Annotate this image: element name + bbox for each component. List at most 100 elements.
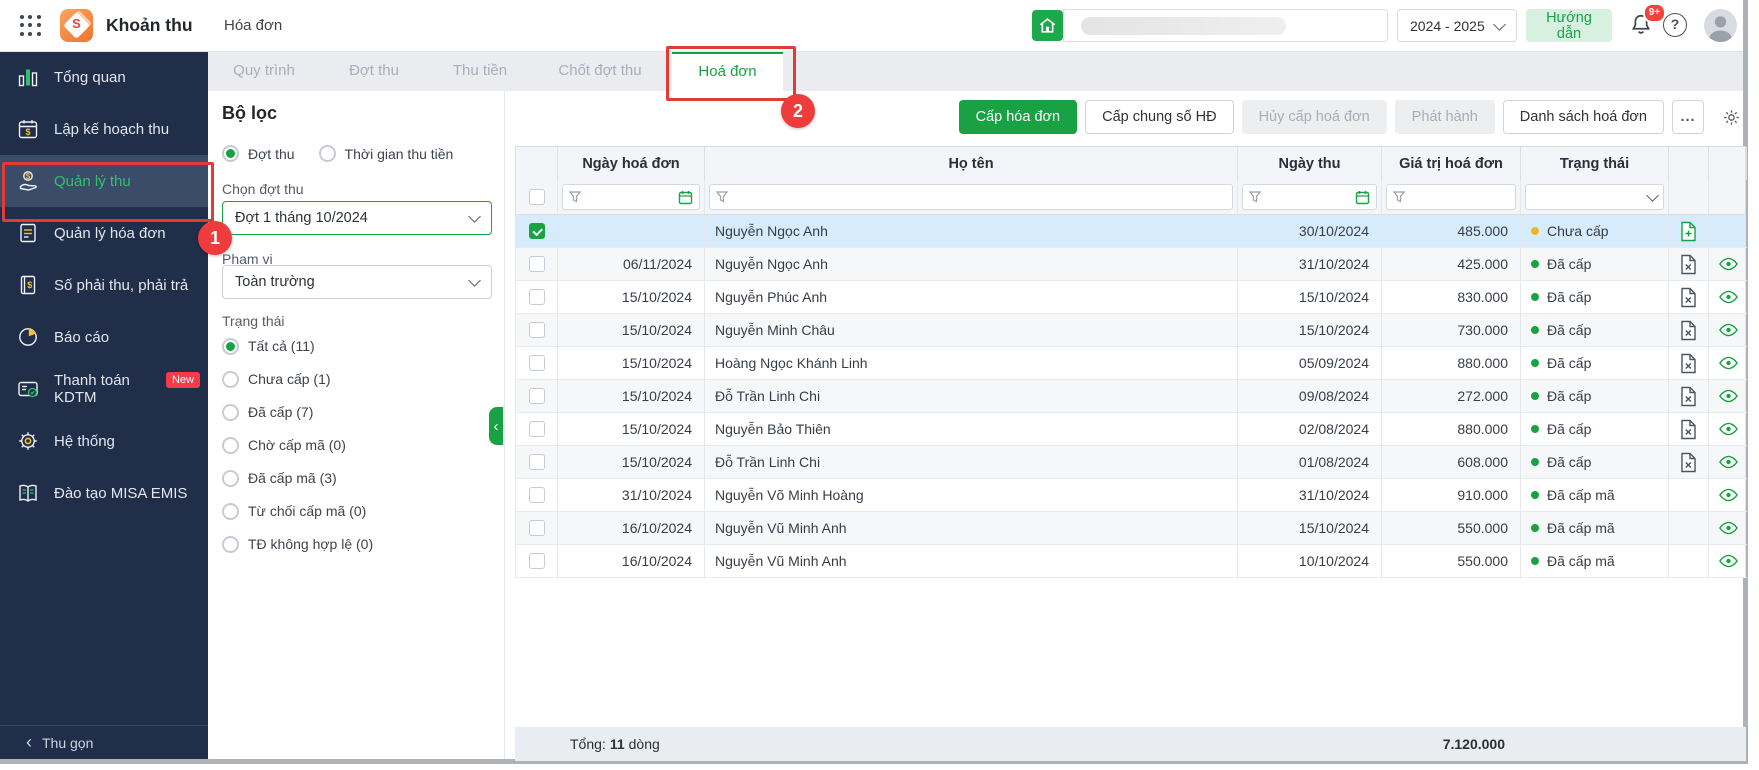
tab-quy-trinh[interactable]: Quy trình: [233, 51, 295, 91]
row-checkbox[interactable]: [528, 454, 545, 470]
app-grid-icon[interactable]: [20, 15, 42, 37]
row-checkbox[interactable]: [528, 421, 545, 437]
row-checkbox[interactable]: [528, 487, 545, 503]
table-row[interactable]: 15/10/2024 Đỗ Trần Linh Chi 09/08/2024 272.…: [515, 380, 1747, 413]
status-radio-da-cap[interactable]: Đã cấp (7): [222, 401, 313, 423]
status-radio-tat-ca[interactable]: Tất cả (11): [222, 335, 315, 357]
view-invoice-eye-icon[interactable]: [1718, 356, 1739, 370]
view-invoice-eye-icon[interactable]: [1718, 389, 1739, 403]
sidebar-item-quan-ly-thu[interactable]: $ Quản lý thu: [0, 155, 208, 207]
filter-mode-radio-dot-thu[interactable]: Đợt thu: [222, 145, 295, 162]
cancel-invoice-icon[interactable]: [1679, 419, 1698, 440]
table-row[interactable]: 15/10/2024 Nguyễn Bảo Thiên 02/08/2024 880.…: [515, 413, 1747, 446]
view-invoice-eye-icon[interactable]: [1718, 323, 1739, 337]
status-radio-td-khong-hop-le[interactable]: TĐ không hợp lệ (0): [222, 533, 373, 555]
guide-button[interactable]: Hướng dẫn: [1526, 9, 1612, 42]
col-header-collect-date[interactable]: Ngày thu: [1238, 147, 1382, 180]
huy-cap-hoa-don-button[interactable]: Hủy cấp hoá đơn: [1241, 100, 1387, 134]
select-all-checkbox[interactable]: [528, 189, 545, 205]
view-invoice-eye-icon[interactable]: [1718, 455, 1739, 469]
row-checkbox[interactable]: [528, 388, 545, 404]
row-checkbox[interactable]: [528, 553, 545, 569]
cancel-invoice-icon[interactable]: [1679, 452, 1698, 473]
row-checkbox[interactable]: [528, 355, 545, 371]
col-header-view: [1709, 147, 1747, 180]
row-checkbox[interactable]: [528, 289, 545, 305]
amount-filter-input[interactable]: [1386, 184, 1516, 210]
cell-invoice-date: 16/10/2024: [558, 545, 705, 578]
tab-thu-tien[interactable]: Thu tiền: [453, 51, 507, 91]
row-checkbox[interactable]: [528, 256, 545, 272]
view-invoice-eye-icon[interactable]: [1718, 521, 1739, 535]
cancel-invoice-icon[interactable]: [1679, 320, 1698, 341]
more-actions-button[interactable]: ...: [1672, 100, 1704, 134]
cancel-invoice-icon[interactable]: [1679, 386, 1698, 407]
cancel-invoice-icon[interactable]: [1679, 353, 1698, 374]
sidebar-item-so-phai-thu-phai-tra[interactable]: $ Số phải thu, phải trả: [0, 259, 208, 311]
sidebar-item-lap-ke-hoach-thu[interactable]: $ Lập kế hoạch thu: [0, 103, 208, 155]
sidebar-item-bao-cao[interactable]: Báo cáo: [0, 311, 208, 363]
cancel-invoice-icon[interactable]: [1679, 254, 1698, 275]
sidebar-item-quan-ly-hoa-don[interactable]: Quản lý hóa đơn: [0, 207, 208, 259]
view-invoice-eye-icon[interactable]: [1718, 422, 1739, 436]
home-icon[interactable]: [1032, 10, 1063, 41]
sidebar-item-thanh-toan-kdtm[interactable]: Thanh toán KDTM New: [0, 363, 208, 415]
tab-chot-dot-thu[interactable]: Chốt đợt thu: [558, 51, 641, 91]
school-year-select[interactable]: 2024 - 2025: [1397, 9, 1517, 42]
cell-invoice-date: 15/10/2024: [558, 281, 705, 314]
status-radio-chua-cap[interactable]: Chưa cấp (1): [222, 368, 331, 390]
table-row[interactable]: 06/11/2024 Nguyễn Ngọc Anh 31/10/2024 425.0…: [515, 248, 1747, 281]
cancel-invoice-icon[interactable]: [1679, 287, 1698, 308]
cell-collect-date: 15/10/2024: [1238, 512, 1382, 545]
table-row[interactable]: 16/10/2024 Nguyễn Vũ Minh Anh 15/10/2024 55…: [515, 512, 1747, 545]
calendar-icon[interactable]: [1355, 190, 1370, 205]
user-avatar[interactable]: [1704, 9, 1737, 42]
sidebar-item-tong-quan[interactable]: Tổng quan: [0, 51, 208, 103]
row-checkbox[interactable]: [528, 520, 545, 536]
status-radio-cho-cap-ma[interactable]: Chờ cấp mã (0): [222, 434, 346, 456]
calendar-icon[interactable]: [678, 190, 693, 205]
help-icon[interactable]: ?: [1663, 13, 1687, 37]
status-radio-tu-choi-cap-ma[interactable]: Từ chối cấp mã (0): [222, 500, 366, 522]
tab-dot-thu[interactable]: Đợt thu: [349, 51, 399, 91]
table-settings-gear-icon[interactable]: [1716, 100, 1746, 134]
table-row[interactable]: 15/10/2024 Nguyễn Phúc Anh 15/10/2024 830.0…: [515, 281, 1747, 314]
status-filter-select[interactable]: [1525, 184, 1664, 210]
view-invoice-eye-icon[interactable]: [1718, 290, 1739, 304]
cap-chung-so-hd-button[interactable]: Cấp chung số HĐ: [1085, 100, 1234, 134]
view-invoice-eye-icon[interactable]: [1718, 488, 1739, 502]
phat-hanh-button[interactable]: Phát hành: [1394, 100, 1495, 134]
col-header-status[interactable]: Trạng thái: [1521, 147, 1669, 180]
table-row[interactable]: 15/10/2024 Hoàng Ngọc Khánh Linh 05/09/202…: [515, 347, 1747, 380]
batch-select[interactable]: Đợt 1 tháng 10/2024: [222, 201, 492, 235]
view-invoice-eye-icon[interactable]: [1718, 554, 1739, 568]
invoice-date-filter-input[interactable]: [562, 184, 700, 210]
view-invoice-eye-icon[interactable]: [1718, 257, 1739, 271]
name-filter-input[interactable]: [709, 184, 1233, 210]
cap-hoa-don-button[interactable]: Cấp hóa đơn: [958, 100, 1078, 134]
col-header-amount[interactable]: Giá trị hoá đơn: [1382, 147, 1521, 180]
table-row[interactable]: 15/10/2024 Đỗ Trần Linh Chi 01/08/2024 608.…: [515, 446, 1747, 479]
tab-hoa-don[interactable]: Hoá đơn: [672, 51, 783, 91]
danh-sach-hoa-don-button[interactable]: Danh sách hoá đơn: [1502, 100, 1664, 134]
table-row[interactable]: 15/10/2024 Nguyễn Minh Châu 15/10/2024 730.…: [515, 314, 1747, 347]
school-search-input[interactable]: [1063, 9, 1388, 42]
table-row[interactable]: Nguyễn Ngọc Anh 30/10/2024 485.000 Chưa cấp: [515, 215, 1747, 248]
table-row[interactable]: 31/10/2024 Nguyễn Võ Minh Hoàng 31/10/2024…: [515, 479, 1747, 512]
sidebar-item-dao-tao-misa-emis[interactable]: Đào tạo MISA EMIS: [0, 467, 208, 519]
cell-status: Đã cấp: [1521, 380, 1669, 413]
sidebar-item-he-thong[interactable]: Hệ thống: [0, 415, 208, 467]
filter-mode-radio-thoi-gian-thu-tien[interactable]: Thời gian thu tiền: [318, 145, 453, 162]
table-row[interactable]: 16/10/2024 Nguyễn Vũ Minh Anh 10/10/2024 55…: [515, 545, 1747, 578]
sidebar-collapse-button[interactable]: ‹ Thu gọn: [0, 725, 208, 759]
collapse-filter-handle[interactable]: ‹: [489, 407, 503, 445]
scope-select[interactable]: Toàn trường: [222, 265, 492, 299]
cell-collect-date: 31/10/2024: [1238, 479, 1382, 512]
collect-date-filter-input[interactable]: [1242, 184, 1377, 210]
status-radio-da-cap-ma[interactable]: Đã cấp mã (3): [222, 467, 337, 489]
row-checkbox[interactable]: [528, 322, 545, 338]
row-checkbox[interactable]: [528, 223, 545, 239]
add-invoice-icon[interactable]: [1679, 221, 1698, 242]
col-header-invoice-date[interactable]: Ngày hoá đơn: [558, 147, 705, 180]
col-header-name[interactable]: Họ tên: [705, 147, 1238, 180]
